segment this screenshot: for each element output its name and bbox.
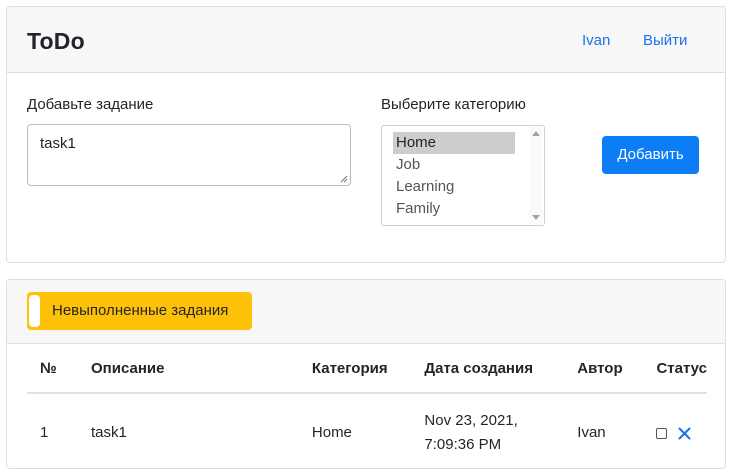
select-scrollbar[interactable]: [529, 127, 543, 224]
resize-grip-icon[interactable]: [340, 175, 348, 183]
task-category: Home: [311, 424, 352, 441]
scroll-up-icon[interactable]: [532, 131, 540, 136]
task-textarea-value: task1: [40, 135, 76, 152]
column-header: №: [27, 344, 79, 394]
time-line: 7:09:36 PM: [424, 436, 502, 453]
close-icon[interactable]: [678, 427, 691, 440]
toggle-knob: [29, 295, 40, 327]
add-button[interactable]: Добавить: [602, 136, 699, 174]
task-label: Добавьте задание: [27, 96, 154, 113]
category-label: Выберите категорию: [381, 96, 526, 113]
date-line: Nov 23, 2021,: [424, 412, 518, 429]
table-header-row: № Описание Категория Дата создания Автор…: [27, 344, 707, 394]
add-task-card: ToDo Ivan Выйти Добавьте задание Выберит…: [6, 6, 726, 263]
category-option[interactable]: Family: [393, 198, 515, 220]
navbar: ToDo Ivan Выйти: [7, 7, 725, 73]
table-row: 1 task1 Home Nov 23, 2021, 7:09:36 PM Iv…: [27, 393, 707, 468]
scroll-down-icon[interactable]: [532, 215, 540, 220]
incomplete-filter-toggle[interactable]: Невыполненные задания: [27, 292, 252, 330]
user-link[interactable]: Ivan: [582, 32, 610, 49]
task-author: Ivan: [577, 424, 606, 441]
column-header: Статус: [643, 344, 707, 394]
category-option[interactable]: Learning: [393, 176, 515, 198]
column-header: Описание: [78, 344, 299, 394]
tasks-table: № Описание Категория Дата создания Автор…: [27, 344, 707, 468]
logout-link[interactable]: Выйти: [643, 32, 687, 49]
column-header: Категория: [298, 344, 412, 394]
task-number: 1: [40, 424, 49, 441]
column-header: Дата создания: [411, 344, 565, 394]
category-option[interactable]: Home: [393, 132, 515, 154]
column-header: Автор: [564, 344, 644, 394]
task-status: [643, 393, 707, 468]
tasks-card-header: Невыполненные задания: [7, 280, 725, 344]
category-option[interactable]: Job: [393, 154, 515, 176]
tasks-card: Невыполненные задания № Описание Категор…: [6, 279, 726, 469]
toggle-label: Невыполненные задания: [52, 302, 229, 319]
task-description: task1: [91, 424, 127, 441]
task-created-date: Nov 23, 2021, 7:09:36 PM: [411, 393, 564, 468]
brand-title: ToDo: [27, 28, 85, 54]
category-select[interactable]: Home Job Learning Family: [381, 125, 545, 226]
done-checkbox[interactable]: [656, 427, 668, 439]
task-textarea[interactable]: task1: [27, 124, 351, 186]
